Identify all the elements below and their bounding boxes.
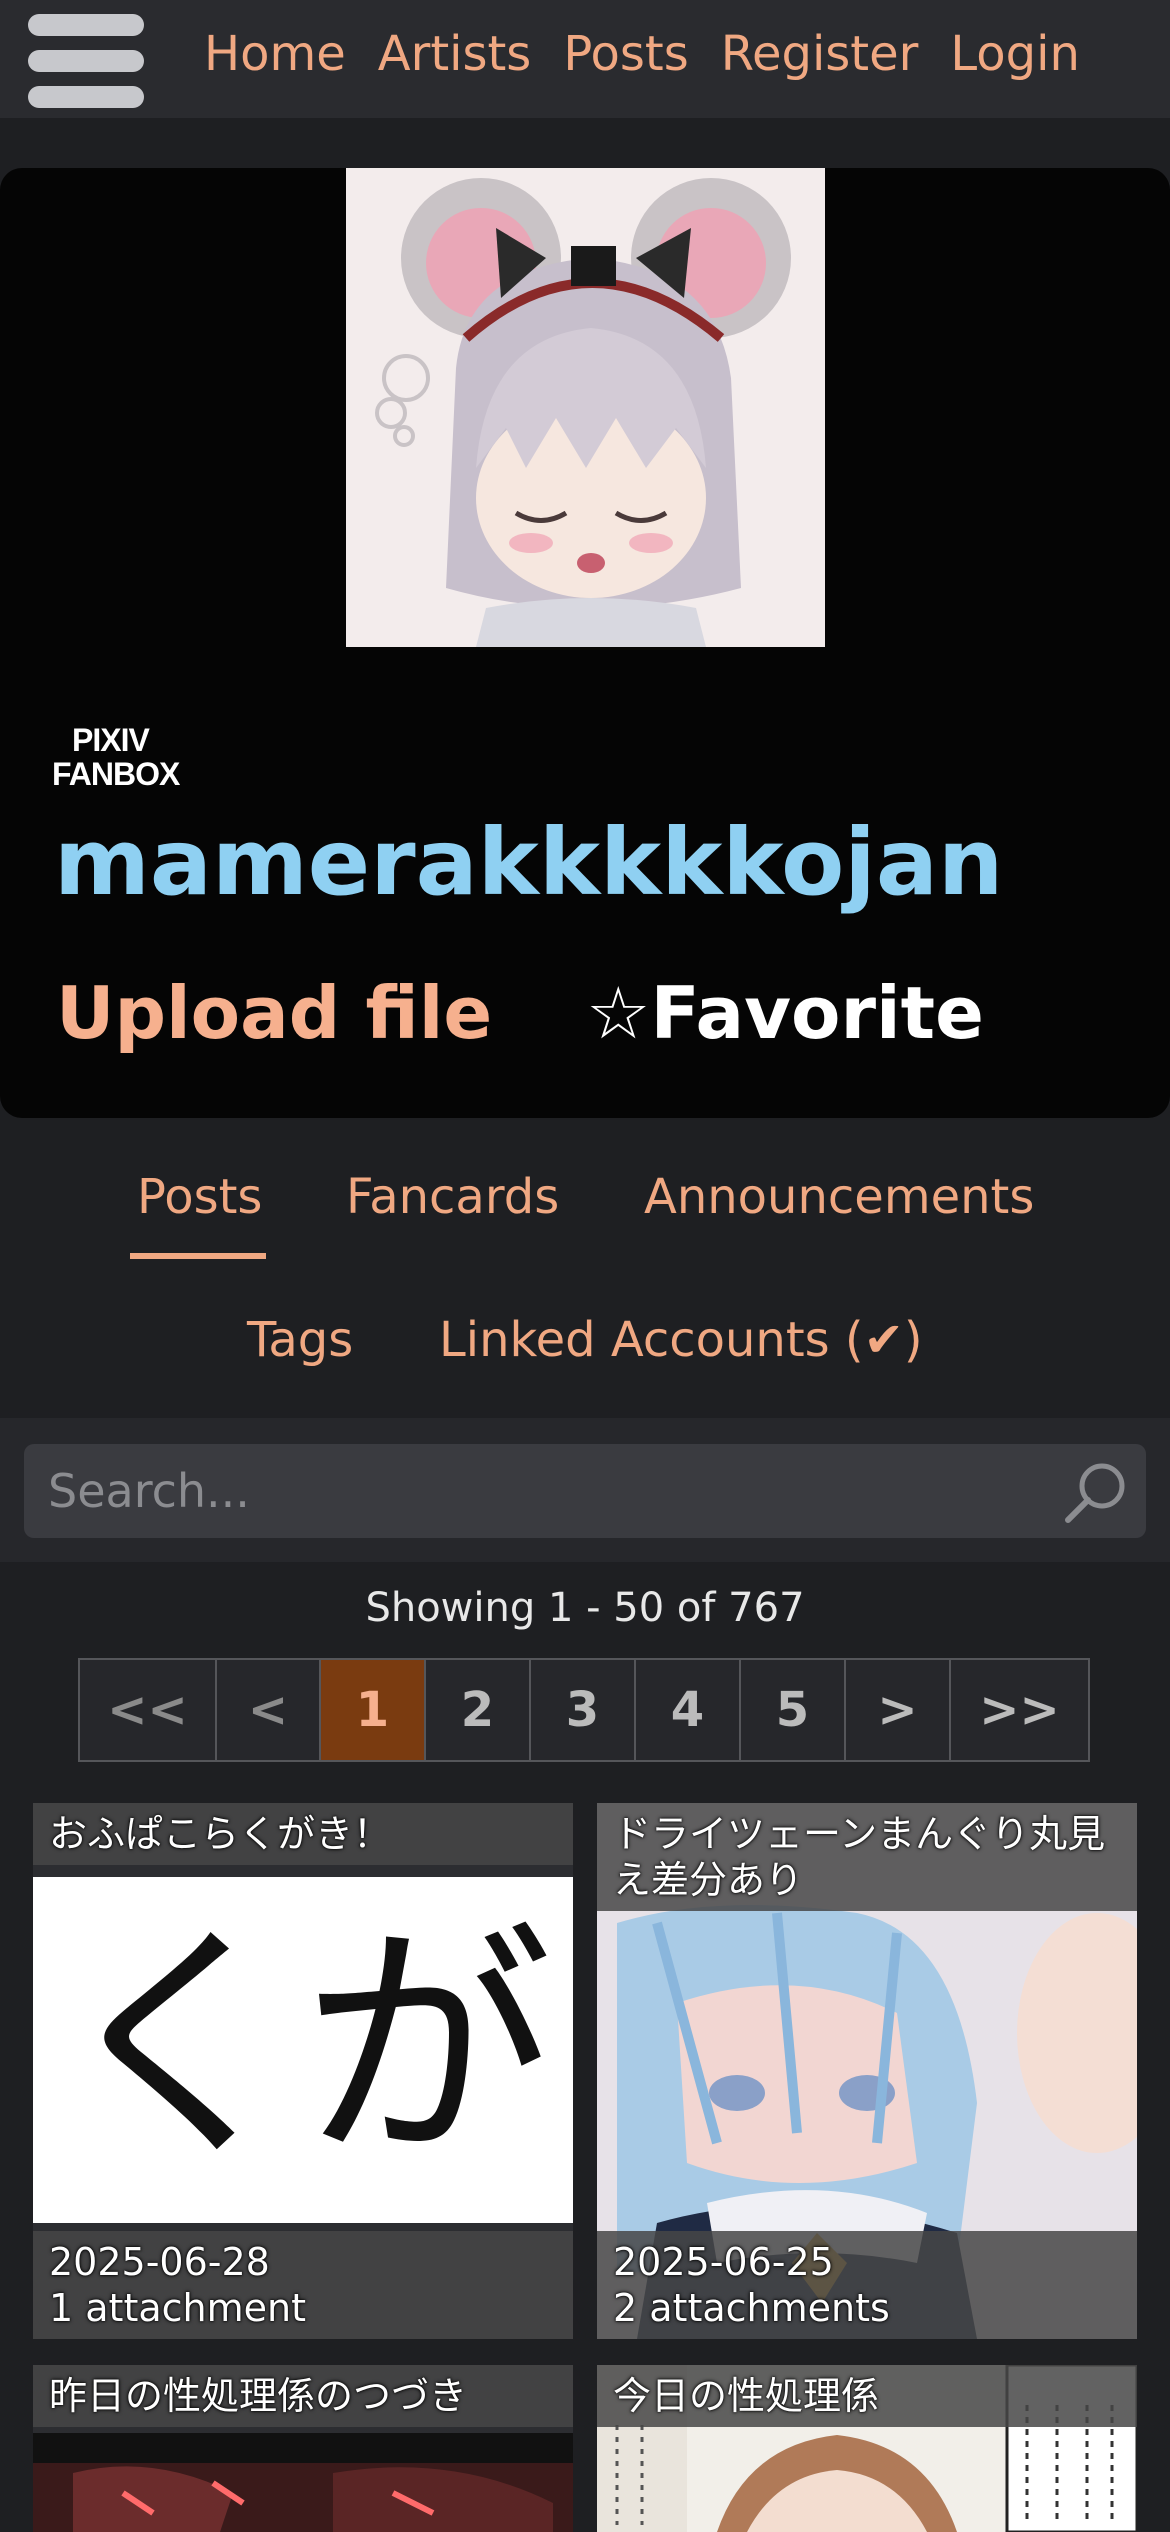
post-title: ドライツェーンまんぐり丸見え差分あり (597, 1803, 1137, 1911)
thumbnail-text: くが (53, 1901, 553, 2192)
tab-announcements[interactable]: Announcements (644, 1162, 1034, 1232)
nav-login[interactable]: Login (950, 22, 1080, 86)
post-meta: 2025-06-25 2 attachments (597, 2231, 1137, 2339)
post-thumbnail: くが (33, 1877, 573, 2223)
thumbnail-image (33, 2433, 573, 2532)
tab-fancards[interactable]: Fancards (346, 1162, 559, 1232)
artist-avatar[interactable] (346, 168, 825, 647)
nav-home[interactable]: Home (204, 22, 346, 86)
post-date: 2025-06-28 (49, 2240, 270, 2284)
tab-tags[interactable]: Tags (247, 1305, 353, 1375)
page-next-button[interactable]: > (846, 1660, 951, 1760)
nav-links: Home Artists Posts Register Login (204, 22, 1080, 86)
post-attachments: 1 attachment (49, 2286, 306, 2330)
menu-icon[interactable] (28, 14, 144, 108)
page-2-button[interactable]: 2 (426, 1660, 531, 1760)
artist-name[interactable]: mamerakkkkkojan (54, 808, 1003, 918)
nav-register[interactable]: Register (721, 22, 919, 86)
search-icon[interactable] (1060, 1458, 1130, 1528)
search-input[interactable] (24, 1444, 1146, 1538)
post-card[interactable]: 今日の性処理係 (597, 2365, 1137, 2532)
page-prev-button[interactable]: < (217, 1660, 321, 1760)
tab-posts[interactable]: Posts (137, 1162, 262, 1232)
nav-posts[interactable]: Posts (563, 22, 688, 86)
page-3-button[interactable]: 3 (531, 1660, 636, 1760)
post-meta: 2025-06-28 1 attachment (33, 2231, 573, 2339)
post-title: おふぱこらくがき！ (33, 1803, 573, 1865)
page-last-button[interactable]: >> (951, 1660, 1088, 1760)
page-4-button[interactable]: 4 (636, 1660, 741, 1760)
page-first-button[interactable]: << (80, 1660, 217, 1760)
tab-linked-accounts[interactable]: Linked Accounts (✔) (439, 1305, 923, 1375)
favorite-button[interactable]: ☆Favorite (586, 968, 984, 1058)
avatar-illustration (346, 168, 825, 647)
service-logo: PIXIV FANBOX (52, 722, 180, 792)
pagination: << < 1 2 3 4 5 > >> (78, 1658, 1090, 1762)
page-5-button[interactable]: 5 (741, 1660, 846, 1760)
upload-file-link[interactable]: Upload file (56, 968, 492, 1058)
post-date: 2025-06-25 (613, 2240, 834, 2284)
post-attachments: 2 attachments (613, 2286, 890, 2330)
page-1-button[interactable]: 1 (321, 1660, 426, 1760)
artist-card: PIXIV FANBOX mamerakkkkkojan Upload file… (0, 168, 1170, 1118)
nav-artists[interactable]: Artists (378, 22, 532, 86)
post-card[interactable]: 昨日の性処理係のつづき (33, 2365, 573, 2532)
post-card[interactable]: ドライツェーンまんぐり丸見え差分あり 2025-06-25 2 attachme… (597, 1803, 1137, 2339)
post-title: 昨日の性処理係のつづき (33, 2365, 573, 2427)
post-title: 今日の性処理係 (597, 2365, 1137, 2427)
post-card[interactable]: おふぱこらくがき！ くが 2025-06-28 1 attachment (33, 1803, 573, 2339)
results-count: Showing 1 - 50 of 767 (365, 1585, 805, 1631)
post-thumbnail (33, 2433, 573, 2532)
top-nav: Home Artists Posts Register Login (0, 0, 1170, 118)
active-tab-indicator (130, 1253, 266, 1259)
